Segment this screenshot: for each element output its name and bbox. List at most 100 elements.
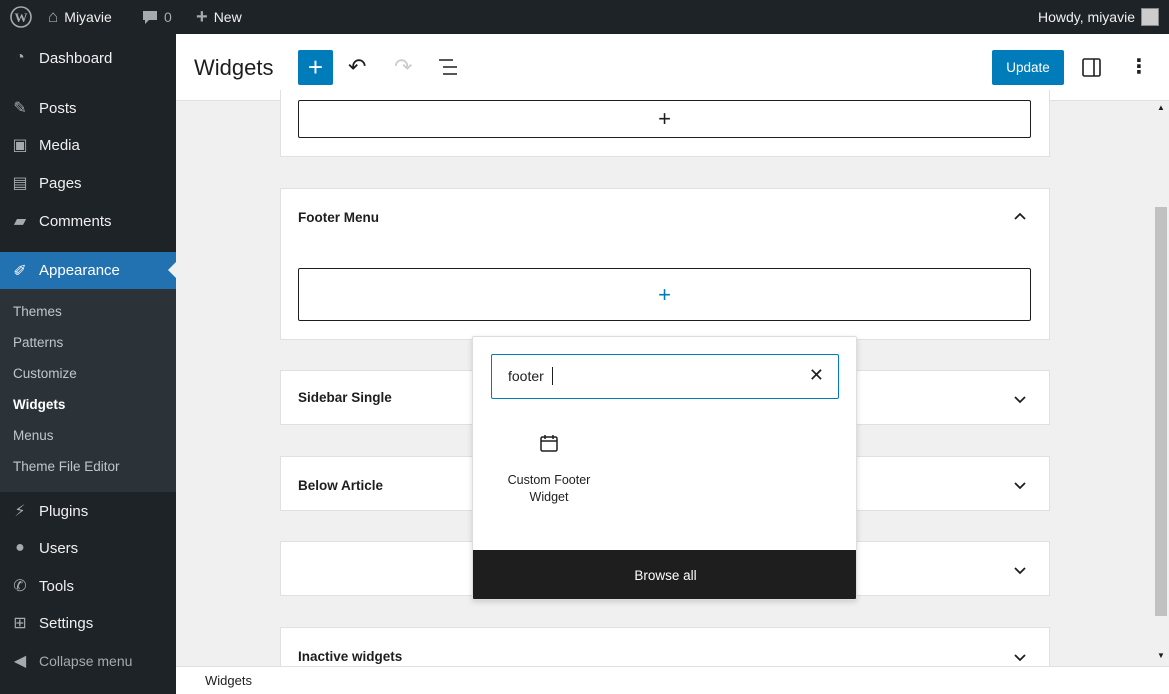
site-link[interactable]: ⌂ Miyavie	[48, 0, 112, 34]
menu-comments[interactable]: ▰ Comments	[0, 203, 176, 239]
breadcrumb-item[interactable]: Widgets	[205, 673, 252, 688]
dashboard-icon: ◔	[15, 49, 25, 66]
block-result-custom-footer-widget[interactable]: Custom Footer Widget	[499, 433, 599, 523]
avatar	[1141, 8, 1159, 26]
submenu-patterns[interactable]: Patterns	[13, 335, 63, 350]
submenu-theme-file-editor[interactable]: Theme File Editor	[13, 459, 120, 474]
collapse-icon: ◀	[13, 653, 27, 670]
plugin-icon: ⚡	[14, 503, 26, 520]
panel-title: Below Article	[298, 478, 384, 493]
panel-title[interactable]: Footer Menu	[298, 210, 379, 225]
more-vertical-icon: ⋮	[1129, 56, 1149, 78]
redo-button[interactable]: ↷	[394, 54, 412, 80]
undo-icon: ↶	[348, 54, 367, 79]
media-icon: ▣	[12, 137, 28, 154]
appearance-submenu: Themes Patterns Customize Widgets Menus …	[0, 289, 176, 492]
menu-label: Collapse menu	[39, 653, 133, 669]
home-icon: ⌂	[48, 7, 59, 26]
settings-sidebar-button[interactable]	[1082, 58, 1102, 81]
menu-label: Tools	[39, 577, 75, 595]
block-inserter-popover: footer ✕ Custom Footer Widget Browse all	[472, 336, 857, 600]
menu-appearance[interactable]: ✐ Appearance	[0, 252, 176, 289]
list-view-icon	[439, 59, 457, 75]
users-icon: ●	[15, 539, 25, 556]
comments-link[interactable]: 0	[142, 0, 172, 34]
panel-title: Inactive widgets	[298, 649, 403, 664]
admin-sidebar: ◔ Dashboard ✎ Posts ▣ Media ▤ Pages ▰ Comment…	[0, 34, 176, 694]
sidebar-icon	[1082, 58, 1101, 77]
chevron-up-icon[interactable]	[1013, 209, 1027, 223]
menu-users[interactable]: ● Users	[0, 530, 176, 566]
site-name: Miyavie	[64, 9, 112, 25]
pages-icon: ▤	[12, 175, 28, 192]
browse-all-button[interactable]: Browse all	[473, 550, 856, 599]
plus-icon: +	[196, 5, 208, 28]
submenu-widgets[interactable]: Widgets	[13, 397, 65, 412]
howdy-text: Howdy, miyavie	[1038, 9, 1135, 25]
menu-label: Users	[39, 539, 79, 557]
add-block-appender[interactable]: +	[298, 100, 1031, 138]
list-view-button[interactable]	[438, 58, 460, 79]
menu-label: Pages	[39, 174, 82, 192]
comment-icon: ▰	[13, 213, 27, 230]
brush-icon: ✐	[13, 262, 27, 280]
submenu-themes[interactable]: Themes	[13, 304, 62, 319]
chevron-down-icon[interactable]	[1013, 478, 1027, 492]
widget-area-footer-menu: Footer Menu +	[280, 188, 1050, 340]
undo-button[interactable]: ↶	[348, 54, 366, 80]
svg-text:W: W	[15, 10, 28, 25]
menu-tools[interactable]: ✆ Tools	[0, 568, 176, 604]
chevron-down-icon[interactable]	[1013, 563, 1027, 577]
comment-count: 0	[164, 9, 172, 25]
clear-search-button[interactable]: ✕	[809, 365, 824, 386]
scroll-down-icon[interactable]: ▼	[1157, 651, 1165, 660]
chevron-down-icon[interactable]	[1013, 650, 1027, 664]
settings-icon: ⊞	[13, 615, 27, 632]
chevron-down-icon[interactable]	[1013, 392, 1027, 406]
menu-label: Media	[39, 136, 80, 154]
menu-label: Appearance	[39, 262, 120, 279]
plus-icon: +	[658, 281, 671, 307]
account-menu[interactable]: Howdy, miyavie	[1038, 0, 1159, 34]
scrollbar-thumb[interactable]	[1155, 207, 1167, 616]
add-block-appender[interactable]: +	[298, 268, 1031, 321]
page-title: Widgets	[194, 55, 274, 80]
scrollbar[interactable]: ▲ ▼	[1153, 101, 1169, 666]
menu-pages[interactable]: ▤ Pages	[0, 165, 176, 201]
wordpress-logo-icon[interactable]: W	[10, 0, 32, 34]
plus-icon: +	[658, 106, 671, 131]
menu-label: Plugins	[39, 502, 89, 520]
close-icon: ✕	[808, 365, 824, 385]
comment-icon	[143, 11, 157, 24]
menu-settings[interactable]: ⊞ Settings	[0, 605, 176, 641]
submenu-customize[interactable]: Customize	[13, 366, 77, 381]
menu-label: Settings	[39, 614, 94, 632]
block-result-label: Custom Footer Widget	[507, 473, 591, 504]
menu-label: Posts	[39, 99, 77, 117]
block-search-input[interactable]: footer ✕	[491, 354, 839, 399]
current-arrow	[160, 262, 176, 278]
text-cursor	[552, 367, 553, 385]
menu-media[interactable]: ▣ Media	[0, 127, 176, 163]
scroll-up-icon[interactable]: ▲	[1157, 103, 1165, 112]
redo-icon: ↷	[394, 54, 413, 79]
options-button[interactable]: ⋮	[1129, 54, 1149, 79]
pin-icon: ✎	[13, 100, 27, 117]
wrench-icon: ✆	[13, 578, 27, 595]
panel-title: Sidebar Single	[298, 390, 392, 405]
new-link[interactable]: + New	[196, 0, 242, 34]
menu-posts[interactable]: ✎ Posts	[0, 90, 176, 126]
menu-label: Comments	[39, 212, 112, 230]
menu-plugins[interactable]: ⚡ Plugins	[0, 493, 176, 529]
new-label: New	[213, 9, 242, 25]
widget-area-top: +	[280, 90, 1050, 157]
search-value: footer	[508, 368, 544, 384]
update-button[interactable]: Update	[992, 50, 1064, 85]
plus-icon: +	[307, 52, 324, 82]
menu-label: Dashboard	[39, 49, 113, 67]
submenu-menus[interactable]: Menus	[13, 428, 54, 443]
add-block-button[interactable]: +	[298, 50, 333, 85]
menu-dashboard[interactable]: ◔ Dashboard	[0, 40, 176, 76]
collapse-menu[interactable]: ◀ Collapse menu	[0, 643, 176, 679]
admin-bar: W ⌂ Miyavie 0 + New Howdy, miyavie	[0, 0, 1169, 34]
